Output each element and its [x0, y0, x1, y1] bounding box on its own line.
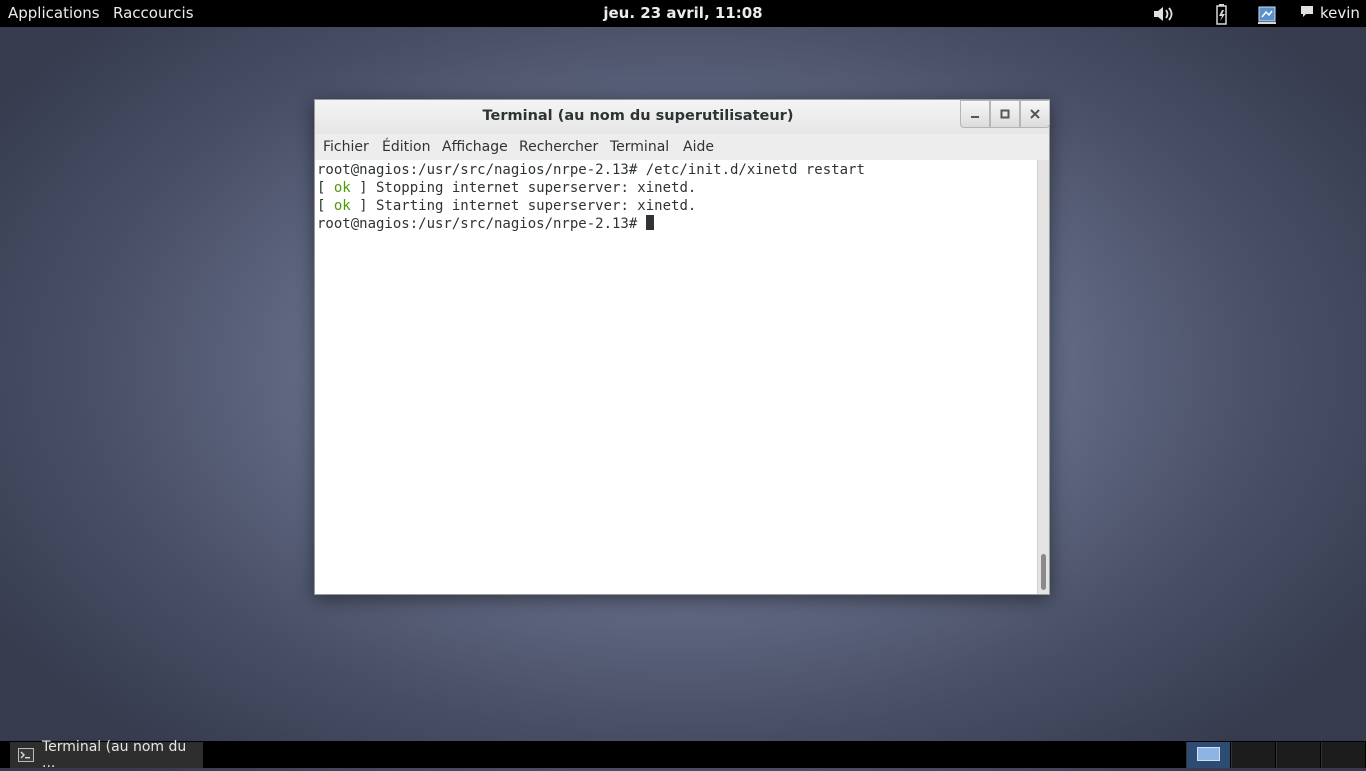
network-icon[interactable]: [1256, 4, 1278, 31]
terminal-output[interactable]: root@nagios:/usr/src/nagios/nrpe-2.13# /…: [315, 160, 1037, 594]
close-button[interactable]: [1020, 100, 1050, 128]
minimize-icon: [971, 116, 979, 118]
workspace-4[interactable]: [1321, 742, 1365, 768]
user-menu[interactable]: kevin: [1300, 4, 1360, 23]
ok-status: ok: [333, 198, 351, 214]
line-text: ] Starting internet superserver: xinetd.: [350, 198, 697, 214]
workspace-2[interactable]: [1231, 742, 1275, 768]
clock[interactable]: jeu. 23 avril, 11:08: [603, 4, 762, 22]
workspace-1[interactable]: [1186, 742, 1230, 768]
bracket-open: [: [317, 180, 334, 196]
close-icon: [1030, 109, 1040, 119]
menu-rechercher[interactable]: Rechercher: [519, 139, 598, 155]
user-name: kevin: [1320, 4, 1360, 22]
maximize-icon: [1000, 109, 1010, 119]
menu-affichage[interactable]: Affichage: [442, 139, 508, 155]
workspace-3[interactable]: [1276, 742, 1320, 768]
taskbar-item-label: Terminal (au nom du ...: [42, 739, 187, 771]
window-titlebar[interactable]: Terminal (au nom du superutilisateur): [315, 100, 1050, 134]
prompt: root@nagios:/usr/src/nagios/nrpe-2.13#: [317, 216, 646, 232]
line-text: ] Stopping internet superserver: xinetd.: [350, 180, 697, 196]
terminal-window: Terminal (au nom du superutilisateur) Fi…: [314, 99, 1050, 595]
chat-icon: [1300, 4, 1314, 23]
bracket-open: [: [317, 198, 334, 214]
menu-fichier[interactable]: Fichier: [323, 139, 369, 155]
terminal-prompt-line: root@nagios:/usr/src/nagios/nrpe-2.13#: [317, 215, 1037, 233]
top-panel: Applications Raccourcis jeu. 23 avril, 1…: [0, 0, 1366, 27]
terminal-line: [ ok ] Starting internet superserver: xi…: [317, 197, 1037, 215]
window-title: Terminal (au nom du superutilisateur): [482, 108, 794, 124]
maximize-button[interactable]: [990, 100, 1020, 128]
terminal-icon: [18, 748, 34, 762]
menu-aide[interactable]: Aide: [683, 139, 714, 155]
menu-edition[interactable]: Édition: [382, 139, 430, 155]
bottom-panel: Terminal (au nom du ...: [0, 739, 1366, 771]
menu-terminal[interactable]: Terminal: [610, 139, 669, 155]
text-cursor: [645, 215, 654, 230]
power-icon[interactable]: [1213, 4, 1231, 31]
scrollbar[interactable]: [1037, 160, 1049, 594]
terminal-line: [ ok ] Stopping internet superserver: xi…: [317, 179, 1037, 197]
workspace-window-thumbnail: [1197, 747, 1220, 761]
terminal-line: root@nagios:/usr/src/nagios/nrpe-2.13# /…: [317, 162, 865, 178]
menubar: Fichier Édition Affichage Rechercher Ter…: [315, 134, 1049, 160]
minimize-button[interactable]: [960, 100, 990, 128]
scrollbar-thumb[interactable]: [1041, 554, 1046, 590]
ok-status: ok: [333, 180, 351, 196]
taskbar-item-terminal[interactable]: Terminal (au nom du ...: [10, 739, 203, 771]
volume-icon[interactable]: [1152, 4, 1176, 29]
